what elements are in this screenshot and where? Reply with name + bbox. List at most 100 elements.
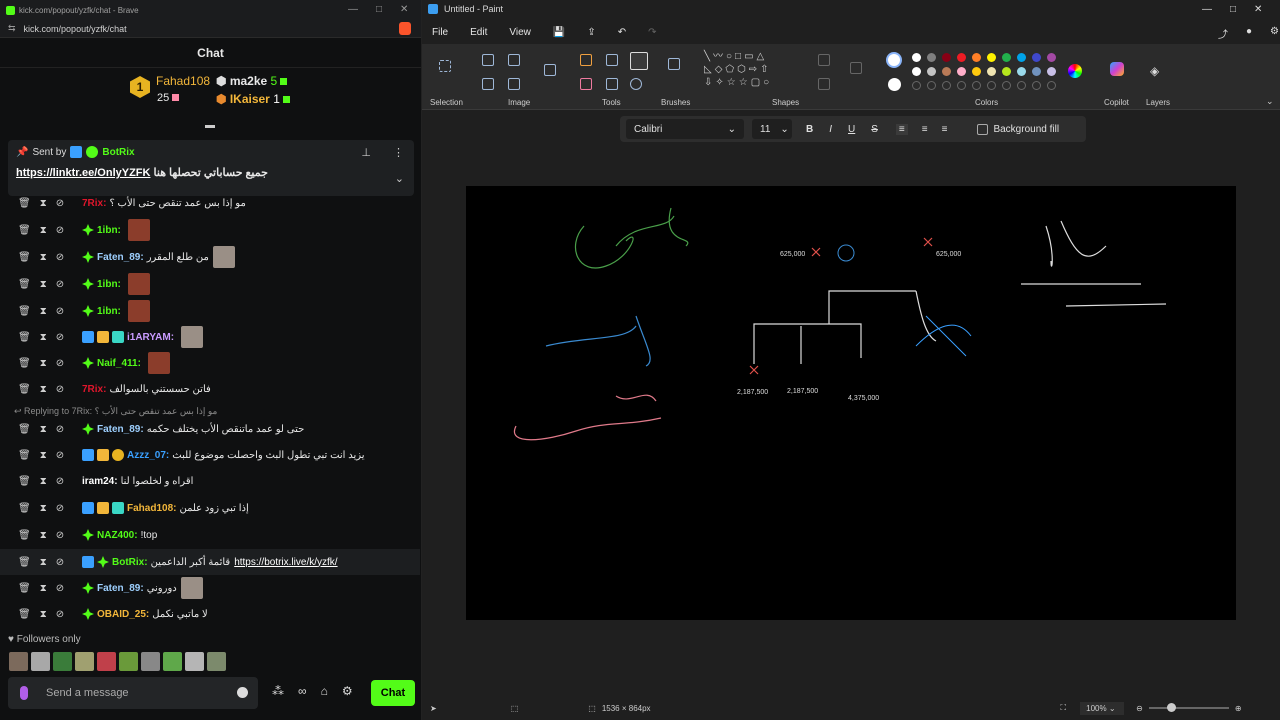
color-swatch[interactable]: [957, 53, 966, 62]
timeout-icon[interactable]: ⧗: [40, 306, 47, 317]
magnifier-icon[interactable]: [630, 78, 642, 90]
leader-name-1[interactable]: Fahad108: [156, 74, 210, 88]
chat-message[interactable]: 🗑 ⧗ ⊘ 1ibn:: [0, 298, 420, 324]
ban-icon[interactable]: ⊘: [56, 609, 64, 620]
color-swatch[interactable]: [912, 53, 921, 62]
chevron-down-icon[interactable]: ⌄: [1266, 96, 1274, 107]
custom-color-slot[interactable]: [957, 81, 966, 90]
color-swatch[interactable]: [972, 67, 981, 76]
color-swatch[interactable]: [987, 53, 996, 62]
message-username[interactable]: 1ibn:: [97, 225, 121, 236]
emote[interactable]: [185, 652, 204, 671]
unpin-icon[interactable]: ⊥: [361, 146, 371, 159]
color-swatch[interactable]: [912, 67, 921, 76]
timeout-icon[interactable]: ⧗: [40, 424, 47, 435]
select-icon[interactable]: [439, 60, 451, 72]
color-swatch[interactable]: [1017, 67, 1026, 76]
chat-message[interactable]: 🗑 ⧗ ⊘ Naif_411:: [0, 350, 420, 376]
color-picker-icon[interactable]: [606, 78, 618, 90]
delete-icon[interactable]: 🗑: [18, 424, 31, 435]
custom-color-slot[interactable]: [927, 81, 936, 90]
color-swatch[interactable]: [942, 53, 951, 62]
leader-name-2[interactable]: ma2ke: [230, 74, 267, 88]
pinned-link[interactable]: https://linktr.ee/OnlyYZFK: [16, 167, 150, 179]
delete-icon[interactable]: 🗑: [18, 450, 31, 461]
delete-icon[interactable]: 🗑: [18, 279, 31, 290]
ban-icon[interactable]: ⊘: [56, 252, 64, 263]
color2-swatch[interactable]: [888, 78, 901, 91]
zoom-slider[interactable]: [1148, 703, 1229, 712]
emote[interactable]: [119, 652, 138, 671]
message-username[interactable]: Naif_411:: [97, 358, 141, 369]
crop-icon[interactable]: [482, 54, 494, 66]
color1-swatch[interactable]: [886, 52, 902, 68]
timeout-icon[interactable]: ⧗: [40, 198, 47, 209]
ban-icon[interactable]: ⊘: [56, 279, 64, 290]
delete-icon[interactable]: 🗑: [18, 306, 31, 317]
shape-fill-icon[interactable]: [818, 78, 830, 90]
leader-name-3[interactable]: IKaiser: [230, 92, 270, 106]
message-username[interactable]: Faten_89:: [97, 252, 144, 263]
chat-message[interactable]: 🗑 ⧗ ⊘ i1ARYAM:: [0, 324, 420, 350]
ban-icon[interactable]: ⊘: [56, 306, 64, 317]
message-input[interactable]: Send a message: [8, 677, 258, 709]
message-username[interactable]: iram24:: [82, 476, 118, 487]
delete-icon[interactable]: 🗑: [18, 358, 31, 369]
chat-message[interactable]: 🗑 ⧗ ⊘ Faten_89: دوروني: [0, 575, 420, 601]
timeout-icon[interactable]: ⧗: [40, 384, 47, 395]
color-swatch[interactable]: [927, 67, 936, 76]
timeout-icon[interactable]: ⧗: [40, 503, 47, 514]
delete-icon[interactable]: 🗑: [18, 384, 31, 395]
minimize-icon[interactable]: —: [348, 4, 358, 15]
redo-icon[interactable]: ↷: [648, 27, 656, 38]
color-swatch[interactable]: [1017, 53, 1026, 62]
delete-icon[interactable]: 🗑: [18, 225, 31, 236]
brave-shield-icon[interactable]: [399, 22, 411, 35]
timeout-icon[interactable]: ⧗: [40, 609, 47, 620]
ban-icon[interactable]: ⊘: [56, 530, 64, 541]
background-fill-toggle[interactable]: Background fill: [977, 123, 1059, 135]
message-username[interactable]: i1ARYAM:: [127, 332, 174, 343]
timeout-icon[interactable]: ⧗: [40, 450, 47, 461]
gear-icon[interactable]: ⚙: [1270, 26, 1279, 41]
drawing-canvas[interactable]: 625,000 625,000 2,187,500 2,187,500 4,37…: [466, 186, 1236, 620]
delete-icon[interactable]: 🗑: [18, 476, 31, 487]
emote[interactable]: [53, 652, 72, 671]
timeout-icon[interactable]: ⧗: [40, 557, 47, 568]
custom-color-slot[interactable]: [1017, 81, 1026, 90]
share-icon[interactable]: ⤴: [1218, 26, 1228, 41]
message-username[interactable]: 1ibn:: [97, 279, 121, 290]
delete-icon[interactable]: 🗑: [18, 332, 31, 343]
text-tool-icon[interactable]: [630, 52, 648, 70]
copilot-icon[interactable]: [1110, 62, 1124, 76]
ban-icon[interactable]: ⊘: [56, 358, 64, 369]
image-recognize-icon[interactable]: [544, 64, 556, 76]
emote[interactable]: [141, 652, 160, 671]
custom-color-slot[interactable]: [972, 81, 981, 90]
more-options-icon[interactable]: ⋮: [393, 146, 404, 159]
ban-icon[interactable]: ⊘: [56, 450, 64, 461]
color-swatch[interactable]: [1002, 53, 1011, 62]
zoom-select[interactable]: 100% ⌄: [1080, 701, 1125, 715]
layers-icon[interactable]: ◈: [1150, 64, 1159, 78]
delete-icon[interactable]: 🗑: [18, 252, 31, 263]
color-swatch[interactable]: [972, 53, 981, 62]
message-username[interactable]: OBAID_25:: [97, 609, 149, 620]
store-icon[interactable]: ⌂: [321, 684, 328, 698]
save-icon[interactable]: 💾: [553, 27, 565, 38]
color-swatch[interactable]: [987, 67, 996, 76]
minimize-icon[interactable]: —: [1202, 4, 1212, 15]
underline-button[interactable]: U: [848, 124, 855, 135]
color-swatch[interactable]: [957, 67, 966, 76]
custom-color-slot[interactable]: [987, 81, 996, 90]
emote[interactable]: [75, 652, 94, 671]
delete-icon[interactable]: 🗑: [18, 530, 31, 541]
strikethrough-button[interactable]: S: [871, 124, 878, 135]
custom-color-slot[interactable]: [1047, 81, 1056, 90]
shape-style-icon[interactable]: [850, 62, 862, 74]
close-icon[interactable]: ✕: [400, 4, 408, 15]
fill-icon[interactable]: [606, 54, 618, 66]
italic-button[interactable]: I: [829, 124, 832, 135]
maximize-icon[interactable]: □: [1230, 4, 1236, 15]
bold-button[interactable]: B: [806, 124, 813, 135]
